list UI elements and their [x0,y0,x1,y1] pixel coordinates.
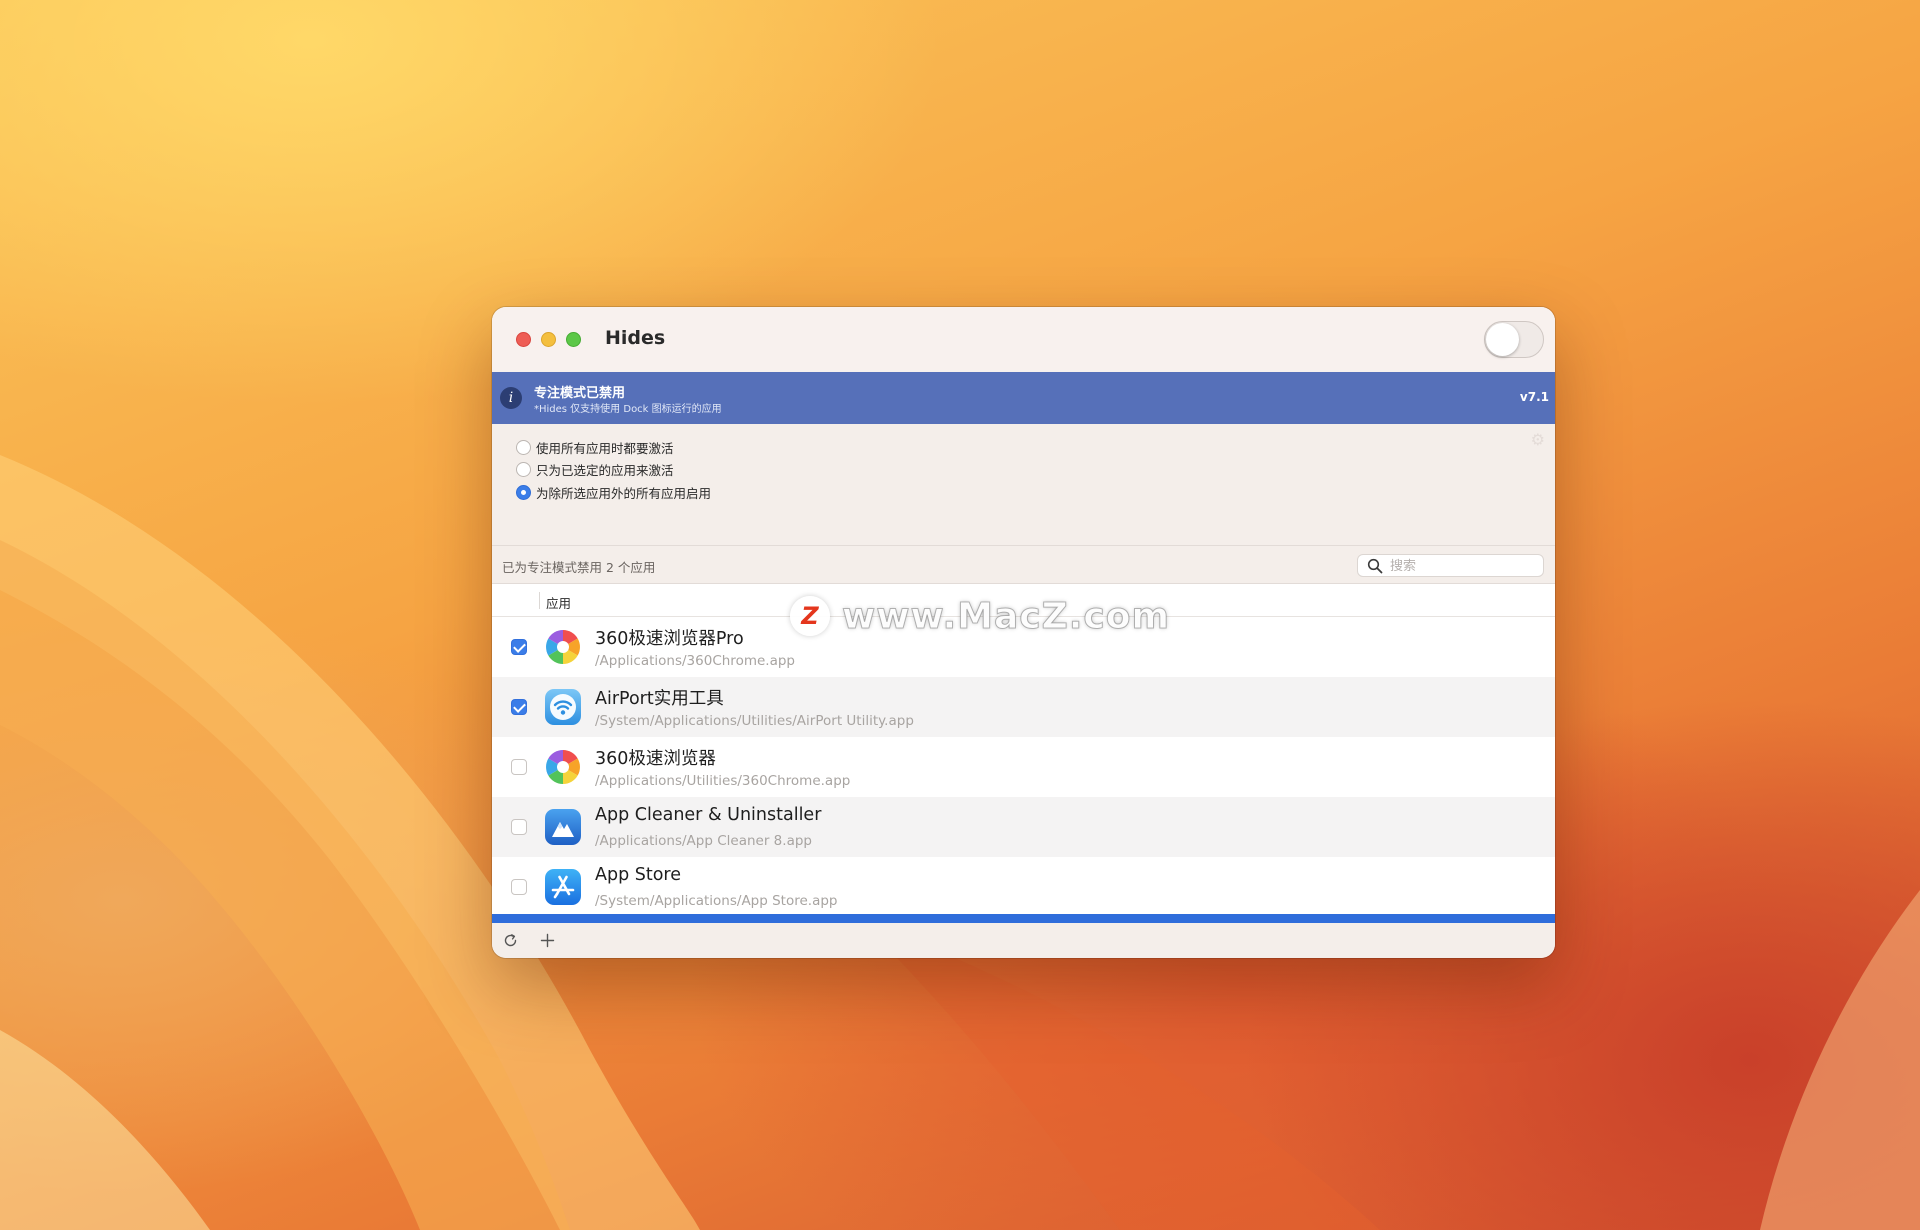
radio-label: 使用所有应用时都要激活 [536,440,674,456]
360-browser-icon [545,629,581,665]
app-name: App Store [595,865,682,885]
app-cleaner-icon [545,809,581,845]
radio-button[interactable] [516,461,531,477]
minimize-button[interactable] [541,332,556,347]
app-store-icon [545,869,581,905]
search-input[interactable] [1390,557,1538,575]
airport-utility-icon [545,689,581,725]
column-divider [539,592,540,609]
activation-options: ⚙ 使用所有应用时都要激活 只为已选定的应用来激活 为除所选应用外的所有应用启用 [492,424,1555,545]
app-name: 360极速浏览器 [595,749,716,769]
app-name: App Cleaner & Uninstaller [595,805,822,825]
refresh-icon[interactable] [502,932,519,949]
filter-bar: 已为专注模式禁用 2 个应用 [492,545,1555,584]
row-checkbox[interactable] [511,819,527,835]
row-checkbox[interactable] [511,699,527,715]
table-row[interactable]: AirPort实用工具 /System/Applications/Utiliti… [492,677,1555,737]
window-title: Hides [605,327,666,349]
table-row[interactable]: 360极速浏览器 /Applications/Utilities/360Chro… [492,737,1555,797]
option-except-selected[interactable]: 为除所选应用外的所有应用启用 [516,482,711,502]
row-checkbox[interactable] [511,879,527,895]
app-path: /System/Applications/Utilities/AirPort U… [595,713,914,729]
row-checkbox[interactable] [511,759,527,775]
focus-mode-toggle[interactable] [1484,321,1544,358]
toggle-knob [1486,323,1519,356]
radio-label: 为除所选应用外的所有应用启用 [536,485,712,501]
version-label: v7.1 [1519,390,1549,404]
watermark-text: www.MacZ.com [842,595,1170,637]
row-checkbox[interactable] [511,639,527,655]
radio-label: 只为已选定的应用来激活 [536,462,674,478]
table-row[interactable]: App Store /System/Applications/App Store… [492,857,1555,917]
banner-subtitle: *Hides 仅支持使用 Dock 图标运行的应用 [534,404,722,415]
title-bar: Hides [492,307,1555,372]
search-field[interactable] [1357,554,1544,577]
selection-highlight-bar [492,914,1555,923]
radio-button[interactable] [516,484,531,500]
app-name: 360极速浏览器Pro [595,629,744,649]
bottom-toolbar [492,923,1555,958]
watermark-logo: Z [790,596,830,636]
disabled-app-count: 已为专注模式禁用 2 个应用 [502,560,656,575]
radio-button[interactable] [516,439,531,455]
app-path: /System/Applications/App Store.app [595,893,838,909]
plus-icon[interactable] [539,932,556,949]
app-path: /Applications/App Cleaner 8.app [595,833,812,849]
app-name: AirPort实用工具 [595,689,724,709]
option-all-apps[interactable]: 使用所有应用时都要激活 [516,437,674,457]
360-browser-icon [545,749,581,785]
table-row[interactable]: App Cleaner & Uninstaller /Applications/… [492,797,1555,857]
info-icon: i [500,387,522,409]
app-path: /Applications/360Chrome.app [595,653,795,669]
option-selected-apps[interactable]: 只为已选定的应用来激活 [516,459,674,479]
search-icon [1367,558,1383,574]
app-path: /Applications/Utilities/360Chrome.app [595,773,851,789]
close-button[interactable] [516,332,531,347]
banner-title: 专注模式已禁用 [534,386,626,401]
status-banner: i 专注模式已禁用 *Hides 仅支持使用 Dock 图标运行的应用 v7.1 [492,372,1555,424]
gear-icon[interactable]: ⚙ [1531,430,1545,449]
zoom-button[interactable] [566,332,581,347]
column-header-app[interactable]: 应用 [546,593,571,612]
watermark: Z www.MacZ.com [790,592,1170,640]
